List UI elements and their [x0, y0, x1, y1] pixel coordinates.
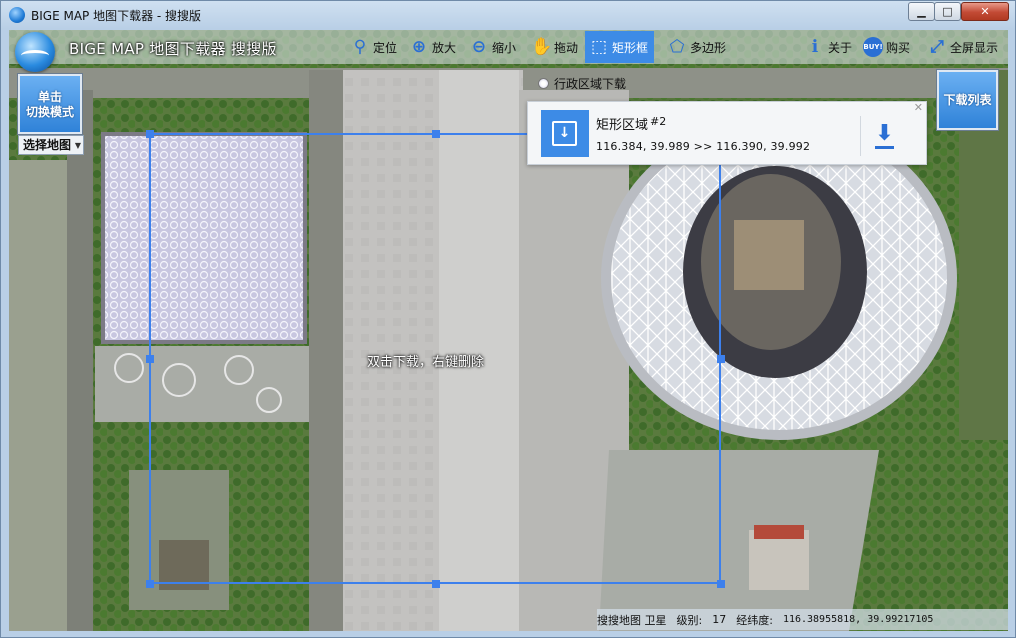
buy-icon: BUY!: [863, 37, 883, 57]
chevron-down-icon: ▼: [74, 141, 81, 150]
satellite-map[interactable]: BIGE MAP 地图下载器 搜搜版 ⚲ 定位 ⊕ 放大 ⊖ 缩小 ✋ 拖动 ⬚…: [9, 30, 1008, 631]
buy-button[interactable]: BUY! 购买: [863, 35, 910, 59]
switch-mode-button[interactable]: 单击 切换模式: [18, 74, 82, 134]
app-name: BIGE MAP 地图下载器 搜搜版: [69, 40, 277, 58]
maximize-button[interactable]: □: [934, 2, 961, 21]
hand-icon: ✋: [531, 37, 553, 57]
region-info-card[interactable]: ↓ 矩形区域 #2 116.384, 39.989 >> 116.390, 39…: [527, 101, 927, 165]
resize-handle-right[interactable]: [717, 355, 725, 363]
admin-region-download-radio[interactable]: 行政区域下载: [538, 74, 626, 92]
resize-handle-top[interactable]: [432, 130, 440, 138]
resize-handle-left[interactable]: [146, 355, 154, 363]
location-pin-icon: ⚲: [353, 37, 367, 57]
download-icon: ⬇: [875, 121, 894, 149]
admin-region-download-label: 行政区域下载: [554, 76, 627, 91]
pan-label: 拖动: [554, 40, 579, 55]
zoom-in-label: 放大: [432, 40, 457, 55]
region-id: #2: [650, 115, 667, 128]
download-list-button[interactable]: 下载列表: [937, 70, 998, 130]
region-coords: 116.384, 39.989 >> 116.390, 39.992: [596, 140, 811, 153]
rectangle-select-icon: ⬚: [590, 37, 608, 57]
close-button[interactable]: ✕: [961, 2, 1009, 21]
locate-button[interactable]: ⚲ 定位: [350, 35, 397, 59]
window-title: BIGE MAP 地图下载器 - 搜搜版: [31, 9, 202, 23]
info-icon: ℹ: [811, 37, 819, 57]
title-bar[interactable]: BIGE MAP 地图下载器 - 搜搜版 ▁ □ ✕: [1, 1, 1015, 29]
app-globe-icon: [9, 7, 25, 23]
app-window: BIGE MAP 地图下载器 - 搜搜版 ▁ □ ✕ BIGE MAP 地图下载…: [0, 0, 1016, 638]
resize-handle-top-left[interactable]: [146, 130, 154, 138]
resize-handle-bottom[interactable]: [432, 580, 440, 588]
card-close-icon[interactable]: ✕: [914, 101, 923, 114]
fullscreen-icon: ⤢: [930, 37, 944, 57]
polygon-label: 多边形: [690, 40, 727, 55]
map-toolbar: BIGE MAP 地图下载器 搜搜版 ⚲ 定位 ⊕ 放大 ⊖ 缩小 ✋ 拖动 ⬚…: [9, 30, 1008, 72]
status-bar: 搜搜地图 卫星 级别: 17 经纬度: 116.38955818, 39.992…: [597, 609, 1008, 630]
zoom-out-icon: ⊖: [471, 37, 487, 57]
region-thumbnail: ↓: [541, 110, 589, 157]
choose-map-label: 选择地图: [23, 138, 72, 152]
polygon-icon: ⬠: [669, 37, 685, 57]
fullscreen-label: 全屏显示: [950, 40, 999, 55]
bigemap-logo-icon: [15, 32, 55, 72]
download-arrow-icon: ↓: [552, 121, 577, 146]
latlon-value: 116.38955818, 39.99217105: [782, 614, 934, 625]
level-label: 级别:: [676, 613, 703, 627]
minimize-button[interactable]: ▁: [908, 2, 935, 21]
radio-circle-icon[interactable]: [538, 77, 549, 89]
switch-mode-line1: 单击: [37, 90, 62, 104]
resize-handle-bottom-right[interactable]: [717, 580, 725, 588]
switch-mode-line2: 切换模式: [25, 105, 74, 119]
map-source: 搜搜地图 卫星: [597, 613, 667, 627]
rectangle-select-label: 矩形框: [612, 40, 649, 55]
fullscreen-button[interactable]: ⤢ 全屏显示: [927, 35, 998, 59]
about-label: 关于: [828, 40, 853, 55]
about-button[interactable]: ℹ 关于: [805, 35, 852, 59]
choose-map-dropdown[interactable]: 选择地图 ▼: [18, 135, 84, 155]
zoom-out-label: 缩小: [492, 40, 517, 55]
locate-label: 定位: [373, 40, 398, 55]
polygon-button[interactable]: ⬠ 多边形: [667, 35, 726, 59]
zoom-out-button[interactable]: ⊖ 缩小: [469, 35, 516, 59]
zoom-in-icon: ⊕: [411, 37, 427, 57]
zoom-in-button[interactable]: ⊕ 放大: [409, 35, 456, 59]
buy-label: 购买: [886, 40, 911, 55]
region-name: 矩形区域: [596, 118, 649, 133]
level-value: 17: [712, 613, 727, 626]
resize-handle-bottom-left[interactable]: [146, 580, 154, 588]
latlon-label: 经纬度:: [736, 613, 773, 627]
pan-button[interactable]: ✋ 拖动: [531, 35, 578, 59]
rectangle-select-button[interactable]: ⬚ 矩形框: [585, 31, 655, 63]
selection-hint: 双击下载，右键删除: [367, 355, 485, 370]
download-button[interactable]: ⬇: [860, 116, 908, 156]
